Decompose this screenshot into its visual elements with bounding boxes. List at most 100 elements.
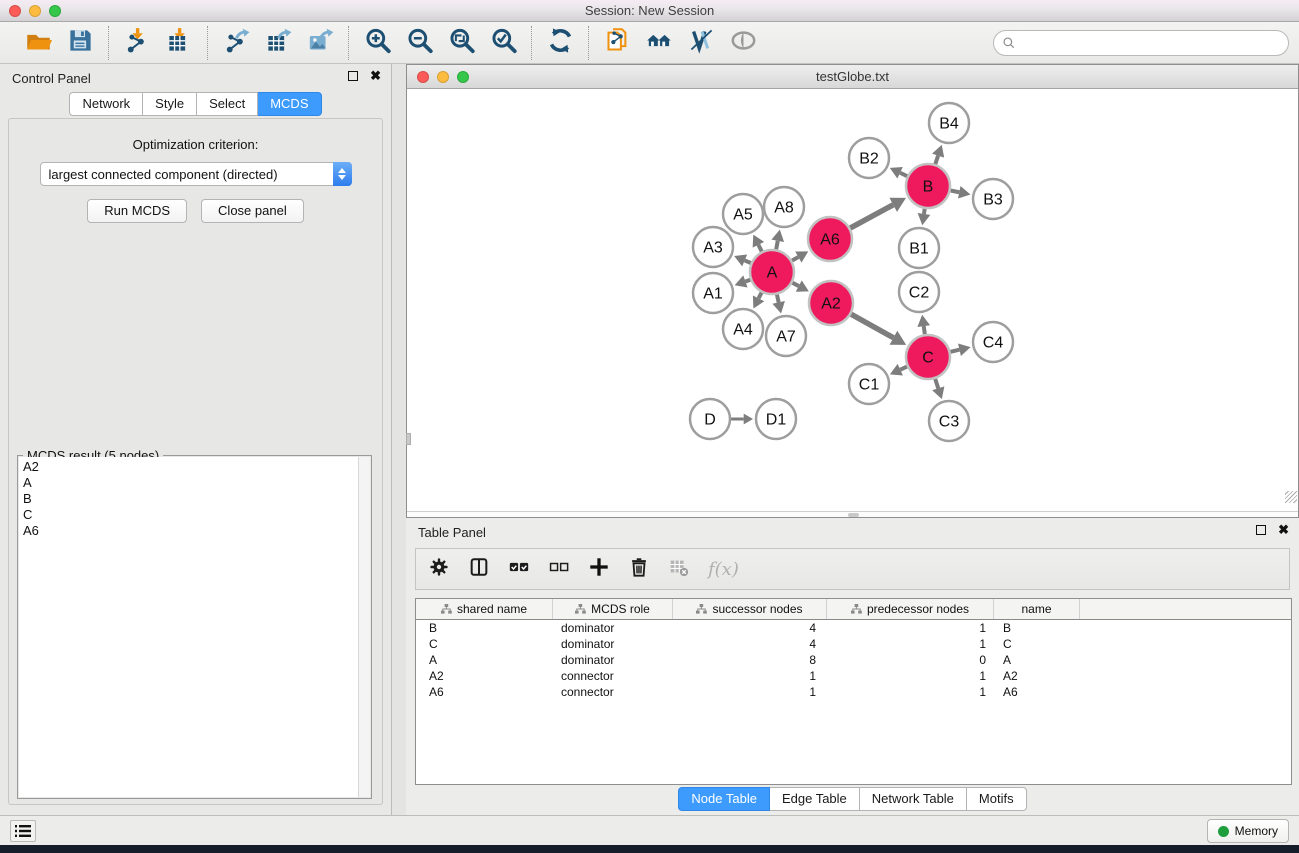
export-image-button[interactable] bbox=[302, 27, 338, 59]
table-tab-motifs[interactable]: Motifs bbox=[967, 787, 1027, 811]
graph-node-C1[interactable]: C1 bbox=[849, 364, 889, 404]
graph-edge-A-A1[interactable] bbox=[745, 280, 750, 282]
table-tab-network-table[interactable]: Network Table bbox=[860, 787, 967, 811]
network-horizontal-scrollbar[interactable] bbox=[407, 511, 1298, 517]
run-mcds-button[interactable]: Run MCDS bbox=[87, 199, 187, 223]
graph-node-C3[interactable]: C3 bbox=[929, 401, 969, 441]
graph-edge-C-C1[interactable] bbox=[900, 367, 907, 370]
column-header-name[interactable]: name bbox=[994, 599, 1080, 619]
graph-node-C2[interactable]: C2 bbox=[899, 272, 939, 312]
graph-edge-A-A7[interactable] bbox=[777, 294, 779, 302]
optimization-criterion-dropdown[interactable]: largest connected component (directed) bbox=[40, 162, 352, 186]
graph-edge-A-A4[interactable] bbox=[759, 292, 762, 298]
zoom-selected-button[interactable] bbox=[485, 27, 521, 59]
graph-node-B3[interactable]: B3 bbox=[973, 179, 1013, 219]
float-panel-icon[interactable] bbox=[348, 71, 358, 81]
select-all-button[interactable] bbox=[508, 556, 530, 583]
import-network-button[interactable] bbox=[119, 27, 155, 59]
graph-edge-A-A2[interactable] bbox=[792, 283, 798, 286]
mcds-result-item[interactable]: B bbox=[19, 491, 358, 507]
graph-node-D1[interactable]: D1 bbox=[756, 399, 796, 439]
graph-node-A1[interactable]: A1 bbox=[693, 273, 733, 313]
home-button[interactable] bbox=[641, 27, 677, 59]
graph-node-D[interactable]: D bbox=[690, 399, 730, 439]
zoom-out-button[interactable] bbox=[401, 27, 437, 59]
graph-node-A8[interactable]: A8 bbox=[764, 187, 804, 227]
mcds-result-item[interactable]: A bbox=[19, 475, 358, 491]
graph-edge-A6-B[interactable] bbox=[850, 205, 893, 228]
export-table-button[interactable] bbox=[260, 27, 296, 59]
search-box[interactable] bbox=[993, 30, 1289, 56]
add-column-button[interactable] bbox=[588, 556, 610, 583]
graph-edge-A-A6[interactable] bbox=[792, 257, 798, 261]
column-header-shared-name[interactable]: shared name bbox=[416, 599, 553, 619]
graph-node-B4[interactable]: B4 bbox=[929, 103, 969, 143]
table-row[interactable]: Adominator80A bbox=[416, 652, 1291, 668]
graph-node-A6[interactable]: A6 bbox=[808, 217, 852, 261]
graph-edge-B-B3[interactable] bbox=[951, 191, 960, 193]
result-scrollbar[interactable] bbox=[358, 457, 370, 797]
open-session-button[interactable] bbox=[20, 27, 56, 59]
import-table-button[interactable] bbox=[161, 27, 197, 59]
tab-mcds[interactable]: MCDS bbox=[258, 92, 321, 116]
tab-style[interactable]: Style bbox=[143, 92, 197, 116]
graph-node-A2[interactable]: A2 bbox=[809, 281, 853, 325]
network-vertical-scrollbar[interactable] bbox=[406, 89, 411, 511]
eye-button[interactable] bbox=[725, 27, 761, 59]
graph-edge-A-A8[interactable] bbox=[776, 241, 778, 250]
table-close-panel-icon[interactable]: ✖ bbox=[1278, 525, 1289, 535]
mcds-result-list[interactable]: A2ABCA6 bbox=[19, 457, 358, 797]
graph-edge-B-B1[interactable] bbox=[924, 209, 925, 214]
memory-button[interactable]: Memory bbox=[1207, 819, 1289, 843]
graph-edge-C-C3[interactable] bbox=[935, 379, 938, 388]
show-columns-button[interactable] bbox=[468, 556, 490, 583]
graph-node-A3[interactable]: A3 bbox=[693, 227, 733, 267]
table-row[interactable]: Bdominator41B bbox=[416, 620, 1291, 636]
settings-gear-button[interactable] bbox=[428, 556, 450, 583]
mcds-result-item[interactable]: C bbox=[19, 507, 358, 523]
zoom-in-button[interactable] bbox=[359, 27, 395, 59]
table-float-panel-icon[interactable] bbox=[1256, 525, 1266, 535]
table-tab-node-table[interactable]: Node Table bbox=[678, 787, 770, 811]
column-header-successor-nodes[interactable]: successor nodes bbox=[673, 599, 827, 619]
graph-node-B2[interactable]: B2 bbox=[849, 138, 889, 178]
vizmapper-button[interactable] bbox=[683, 27, 719, 59]
delete-trash-button[interactable] bbox=[628, 556, 650, 583]
graph-edge-A-A3[interactable] bbox=[745, 260, 751, 263]
deselect-all-button[interactable] bbox=[548, 556, 570, 583]
table-row[interactable]: Cdominator41C bbox=[416, 636, 1291, 652]
graph-node-B[interactable]: B bbox=[906, 164, 950, 208]
task-history-button[interactable] bbox=[10, 820, 36, 842]
tab-select[interactable]: Select bbox=[197, 92, 258, 116]
table-row[interactable]: A2connector11A2 bbox=[416, 668, 1291, 684]
mcds-result-item[interactable]: A2 bbox=[19, 459, 358, 475]
zoom-fit-button[interactable] bbox=[443, 27, 479, 59]
graph-node-C[interactable]: C bbox=[906, 335, 950, 379]
mcds-result-item[interactable]: A6 bbox=[19, 523, 358, 539]
column-header-predecessor-nodes[interactable]: predecessor nodes bbox=[827, 599, 994, 619]
graph-edge-A2-C[interactable] bbox=[851, 314, 893, 338]
graph-node-B1[interactable]: B1 bbox=[899, 228, 939, 268]
table-tab-edge-table[interactable]: Edge Table bbox=[770, 787, 860, 811]
tab-network[interactable]: Network bbox=[69, 92, 143, 116]
graph-edge-B-B2[interactable] bbox=[900, 173, 907, 176]
graph-node-A7[interactable]: A7 bbox=[766, 316, 806, 356]
close-panel-button[interactable]: Close panel bbox=[201, 199, 304, 223]
duplicate-network-button[interactable] bbox=[599, 27, 635, 59]
graph-edge-B-B4[interactable] bbox=[935, 156, 938, 165]
export-network-button[interactable] bbox=[218, 27, 254, 59]
graph-node-C4[interactable]: C4 bbox=[973, 322, 1013, 362]
network-canvas[interactable]: B4B2BB3A5A8A6A3B1AA1C2A2A4A7C4CC1C3DD1 bbox=[407, 89, 1298, 511]
graph-edge-A-A5[interactable] bbox=[758, 245, 761, 252]
table-row[interactable]: A6connector11A6 bbox=[416, 684, 1291, 700]
column-header-MCDS-role[interactable]: MCDS role bbox=[553, 599, 673, 619]
close-panel-icon[interactable]: ✖ bbox=[370, 71, 381, 81]
graph-edge-C-C2[interactable] bbox=[924, 326, 925, 334]
search-input[interactable] bbox=[1022, 35, 1280, 50]
graph-node-A4[interactable]: A4 bbox=[723, 309, 763, 349]
network-resize-grip[interactable] bbox=[1285, 491, 1297, 503]
save-session-button[interactable] bbox=[62, 27, 98, 59]
network-window-titlebar[interactable]: testGlobe.txt bbox=[407, 65, 1298, 89]
graph-node-A5[interactable]: A5 bbox=[723, 194, 763, 234]
graph-edge-C-C4[interactable] bbox=[950, 350, 959, 352]
